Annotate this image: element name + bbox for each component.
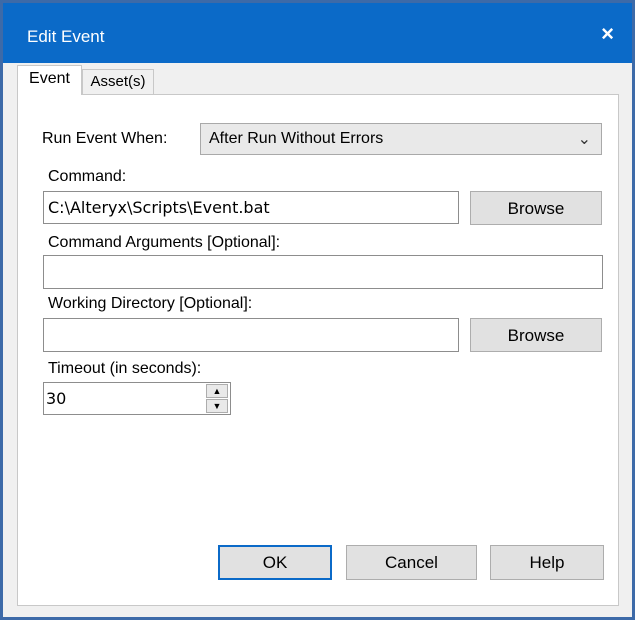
cancel-button[interactable]: Cancel <box>346 545 477 580</box>
spin-down-icon[interactable]: ▼ <box>206 399 228 413</box>
dialog-title: Edit Event <box>27 27 105 46</box>
working-directory-browse-button[interactable]: Browse <box>470 318 602 352</box>
help-button[interactable]: Help <box>490 545 604 580</box>
working-directory-label: Working Directory [Optional]: <box>48 295 253 312</box>
command-field[interactable]: C:\Alteryx\Scripts\Event.bat <box>43 191 459 224</box>
command-label: Command: <box>48 168 127 185</box>
command-browse-button[interactable]: Browse <box>470 191 602 225</box>
timeout-input[interactable]: 30 <box>43 382 231 415</box>
edit-event-dialog: Edit Event × Event Asset(s) Run Event Wh… <box>0 0 635 620</box>
command-arguments-label: Command Arguments [Optional]: <box>48 234 281 251</box>
close-icon[interactable]: × <box>601 21 614 47</box>
chevron-down-icon: ⌄ <box>577 131 591 148</box>
ok-button[interactable]: OK <box>218 545 332 580</box>
spin-up-icon[interactable]: ▲ <box>206 384 228 398</box>
run-event-value: After Run Without Errors <box>209 130 384 147</box>
tab-event[interactable]: Event <box>17 65 82 95</box>
command-arguments-field[interactable] <box>43 255 603 289</box>
working-directory-field[interactable] <box>43 318 459 352</box>
event-panel: Run Event When: After Run Without Errors… <box>17 94 619 606</box>
tab-assets[interactable]: Asset(s) <box>82 69 154 94</box>
run-event-label: Run Event When: <box>42 130 168 147</box>
run-event-select[interactable]: After Run Without Errors ⌄ <box>200 123 602 155</box>
timeout-label: Timeout (in seconds): <box>48 360 202 377</box>
title-bar: Edit Event × <box>3 3 632 63</box>
